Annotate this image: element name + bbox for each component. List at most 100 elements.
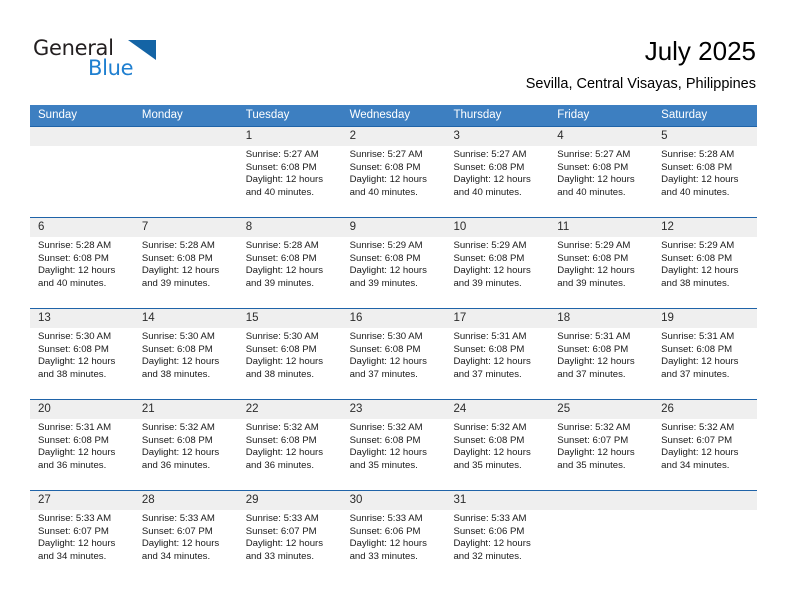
- day-number-band: 4: [549, 127, 654, 146]
- day-cell[interactable]: [653, 491, 758, 581]
- weekday-header-row: Sunday Monday Tuesday Wednesday Thursday…: [30, 105, 757, 126]
- day-number: 29: [245, 494, 259, 506]
- day-details: Sunrise: 5:32 AM Sunset: 6:08 PM Dayligh…: [342, 419, 446, 472]
- day-cell[interactable]: 18 Sunrise: 5:31 AM Sunset: 6:08 PM Dayl…: [549, 309, 654, 399]
- day-details: Sunrise: 5:32 AM Sunset: 6:08 PM Dayligh…: [238, 419, 342, 472]
- day-number: 4: [557, 130, 564, 142]
- day-cell[interactable]: [30, 127, 134, 217]
- day-details: Sunrise: 5:27 AM Sunset: 6:08 PM Dayligh…: [445, 146, 549, 199]
- day-details: Sunrise: 5:27 AM Sunset: 6:08 PM Dayligh…: [342, 146, 446, 199]
- day-cell[interactable]: 11 Sunrise: 5:29 AM Sunset: 6:08 PM Dayl…: [549, 218, 654, 308]
- sunset-text: Sunset: 6:08 PM: [661, 343, 733, 355]
- weekday-header-friday: Friday: [557, 109, 590, 121]
- day-number-band: 23: [341, 400, 446, 419]
- day-cell[interactable]: 4 Sunrise: 5:27 AM Sunset: 6:08 PM Dayli…: [549, 127, 654, 217]
- page-title: July 2025: [644, 36, 756, 66]
- day-details: Sunrise: 5:31 AM Sunset: 6:08 PM Dayligh…: [653, 328, 757, 381]
- daylight-text-line1: Daylight: 12 hours: [245, 538, 324, 550]
- day-number-band: 28: [133, 491, 238, 510]
- day-number-band: 19: [653, 309, 758, 328]
- sunrise-text: Sunrise: 5:30 AM: [245, 331, 319, 342]
- daylight-text-line2: and 39 minutes.: [141, 277, 211, 289]
- daylight-text-line1: Daylight: 12 hours: [453, 538, 531, 550]
- daylight-text-line2: and 40 minutes.: [453, 186, 522, 198]
- day-cell[interactable]: 14 Sunrise: 5:30 AM Sunset: 6:08 PM Dayl…: [133, 309, 238, 399]
- calendar-week-row: 1 Sunrise: 5:27 AM Sunset: 6:08 PM Dayli…: [30, 126, 758, 217]
- sunset-text: Sunset: 6:08 PM: [557, 343, 629, 355]
- day-cell[interactable]: 2 Sunrise: 5:27 AM Sunset: 6:08 PM Dayli…: [341, 127, 446, 217]
- day-cell[interactable]: 22 Sunrise: 5:32 AM Sunset: 6:08 PM Dayl…: [237, 400, 342, 490]
- day-details: Sunrise: 5:29 AM Sunset: 6:08 PM Dayligh…: [653, 237, 757, 290]
- day-cell[interactable]: 6 Sunrise: 5:28 AM Sunset: 6:08 PM Dayli…: [30, 218, 134, 308]
- day-number: 26: [661, 403, 674, 415]
- daylight-text-line2: and 40 minutes.: [349, 186, 418, 198]
- day-number: 10: [453, 221, 467, 233]
- day-cell[interactable]: 28 Sunrise: 5:33 AM Sunset: 6:07 PM Dayl…: [133, 491, 238, 581]
- daylight-text-line2: and 37 minutes.: [557, 368, 626, 380]
- day-number: 21: [141, 403, 155, 415]
- calendar-table: Sunday Monday Tuesday Wednesday Thursday…: [30, 105, 758, 581]
- daylight-text-line1: Daylight: 12 hours: [349, 356, 427, 368]
- day-cell[interactable]: 31 Sunrise: 5:33 AM Sunset: 6:06 PM Dayl…: [445, 491, 550, 581]
- weekday-header-sunday: Sunday: [38, 109, 78, 121]
- weekday-header-wednesday: Wednesday: [349, 109, 411, 121]
- day-cell[interactable]: 5 Sunrise: 5:28 AM Sunset: 6:08 PM Dayli…: [653, 127, 758, 217]
- day-cell[interactable]: 10 Sunrise: 5:29 AM Sunset: 6:08 PM Dayl…: [445, 218, 550, 308]
- day-cell[interactable]: 13 Sunrise: 5:30 AM Sunset: 6:08 PM Dayl…: [30, 309, 134, 399]
- day-cell[interactable]: 1 Sunrise: 5:27 AM Sunset: 6:08 PM Dayli…: [237, 127, 342, 217]
- daylight-text-line1: Daylight: 12 hours: [453, 356, 531, 368]
- sunset-text: Sunset: 6:07 PM: [245, 525, 317, 537]
- day-number: 25: [557, 403, 571, 415]
- day-number: 31: [453, 494, 467, 506]
- day-cell[interactable]: 25 Sunrise: 5:32 AM Sunset: 6:07 PM Dayl…: [549, 400, 654, 490]
- day-number-band: [30, 127, 134, 146]
- day-cell[interactable]: 29 Sunrise: 5:33 AM Sunset: 6:07 PM Dayl…: [237, 491, 342, 581]
- day-number-band: 22: [237, 400, 342, 419]
- day-number-band: 26: [653, 400, 758, 419]
- day-number-band: 3: [445, 127, 550, 146]
- daylight-text-line1: Daylight: 12 hours: [141, 265, 220, 277]
- day-details: Sunrise: 5:27 AM Sunset: 6:08 PM Dayligh…: [238, 146, 342, 199]
- day-cell[interactable]: 9 Sunrise: 5:29 AM Sunset: 6:08 PM Dayli…: [341, 218, 446, 308]
- daylight-text-line2: and 40 minutes.: [557, 186, 626, 198]
- brand-logo[interactable]: General Blue: [33, 36, 156, 82]
- day-number-band: 9: [341, 218, 446, 237]
- daylight-text-line2: and 35 minutes.: [557, 459, 626, 471]
- day-number-band: 5: [653, 127, 758, 146]
- day-cell[interactable]: 21 Sunrise: 5:32 AM Sunset: 6:08 PM Dayl…: [133, 400, 238, 490]
- sunrise-text: Sunrise: 5:32 AM: [245, 422, 319, 433]
- day-cell[interactable]: 19 Sunrise: 5:31 AM Sunset: 6:08 PM Dayl…: [653, 309, 758, 399]
- day-cell[interactable]: [133, 127, 238, 217]
- sunset-text: Sunset: 6:08 PM: [245, 434, 317, 446]
- day-number-band: 14: [133, 309, 238, 328]
- day-cell[interactable]: 27 Sunrise: 5:33 AM Sunset: 6:07 PM Dayl…: [30, 491, 134, 581]
- day-cell[interactable]: 26 Sunrise: 5:32 AM Sunset: 6:07 PM Dayl…: [653, 400, 758, 490]
- daylight-text-line1: Daylight: 12 hours: [349, 538, 427, 550]
- day-cell[interactable]: 30 Sunrise: 5:33 AM Sunset: 6:06 PM Dayl…: [341, 491, 446, 581]
- daylight-text-line1: Daylight: 12 hours: [245, 447, 324, 459]
- day-details: Sunrise: 5:28 AM Sunset: 6:08 PM Dayligh…: [30, 237, 134, 290]
- day-cell[interactable]: 23 Sunrise: 5:32 AM Sunset: 6:08 PM Dayl…: [341, 400, 446, 490]
- daylight-text-line1: Daylight: 12 hours: [661, 447, 739, 459]
- day-cell[interactable]: 12 Sunrise: 5:29 AM Sunset: 6:08 PM Dayl…: [653, 218, 758, 308]
- day-cell[interactable]: 3 Sunrise: 5:27 AM Sunset: 6:08 PM Dayli…: [445, 127, 550, 217]
- day-cell[interactable]: 8 Sunrise: 5:28 AM Sunset: 6:08 PM Dayli…: [237, 218, 342, 308]
- day-cell[interactable]: 17 Sunrise: 5:31 AM Sunset: 6:08 PM Dayl…: [445, 309, 550, 399]
- sunset-text: Sunset: 6:06 PM: [453, 525, 525, 537]
- day-cell[interactable]: 15 Sunrise: 5:30 AM Sunset: 6:08 PM Dayl…: [237, 309, 342, 399]
- day-number: 17: [453, 312, 467, 324]
- day-cell[interactable]: 20 Sunrise: 5:31 AM Sunset: 6:08 PM Dayl…: [30, 400, 134, 490]
- day-cell[interactable]: 24 Sunrise: 5:32 AM Sunset: 6:08 PM Dayl…: [445, 400, 550, 490]
- sunrise-text: Sunrise: 5:28 AM: [141, 240, 215, 251]
- day-number-band: 11: [549, 218, 654, 237]
- daylight-text-line2: and 38 minutes.: [661, 277, 730, 289]
- day-details: Sunrise: 5:32 AM Sunset: 6:08 PM Dayligh…: [445, 419, 549, 472]
- sunrise-text: Sunrise: 5:32 AM: [349, 422, 423, 433]
- sunset-text: Sunset: 6:08 PM: [661, 252, 733, 264]
- daylight-text-line1: Daylight: 12 hours: [141, 538, 220, 550]
- day-cell[interactable]: 7 Sunrise: 5:28 AM Sunset: 6:08 PM Dayli…: [133, 218, 238, 308]
- day-cell[interactable]: [549, 491, 654, 581]
- day-cell[interactable]: 16 Sunrise: 5:30 AM Sunset: 6:08 PM Dayl…: [341, 309, 446, 399]
- day-details: Sunrise: 5:31 AM Sunset: 6:08 PM Dayligh…: [549, 328, 653, 381]
- sunrise-text: Sunrise: 5:31 AM: [557, 331, 631, 342]
